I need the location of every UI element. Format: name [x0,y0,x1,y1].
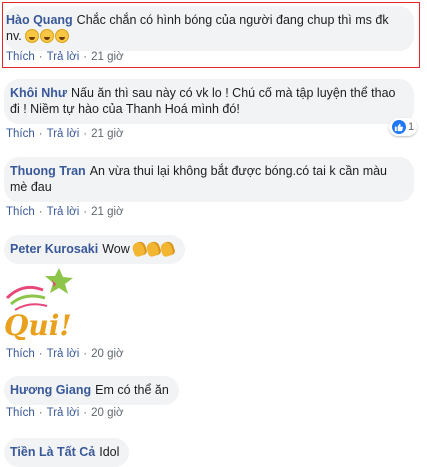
thumbs-up-icon [391,120,406,134]
comment-bubble: Hào Quang Chắc chắn có hình bóng của ngườ… [4,6,414,51]
comment-thuong-tran: Thuong Tran An vừa thui lại không bắt đượ… [4,157,414,202]
sticker-text: Qui! [4,309,72,340]
comment-time[interactable]: 21 giờ [91,128,123,140]
reply-link[interactable]: Trả lời [47,407,80,419]
clapping-hands-icon [145,240,163,258]
like-link[interactable]: Thích [6,407,35,419]
comment-text: Em có thể ăn [95,383,169,397]
reply-link[interactable]: Trả lời [47,206,80,218]
comment-actions: Thích · Trả lời · 21 giờ [6,51,124,63]
reply-link[interactable]: Trả lời [47,348,80,360]
comment-author[interactable]: Hào Quang [6,13,73,27]
comment-author[interactable]: Tiền Là Tất Cả [10,445,95,459]
comment-actions: Thích · Trả lời · 20 giờ [6,348,124,360]
comment-tien-la-tat-ca: Tiền Là Tất Cả Idol [4,438,130,467]
comment-hao-quang: Hào Quang Chắc chắn có hình bóng của ngườ… [4,6,414,51]
laughing-face-icon [25,29,40,43]
comment-bubble: Khôi Như Nấu ăn thì sau này có vk lo ! Ch… [4,79,414,124]
comment-time[interactable]: 20 giờ [91,407,123,419]
comment-bubble: Peter Kurosaki Wow [4,235,186,264]
laughing-face-icon [40,29,55,43]
comment-actions: Thích · Trả lời · 21 giờ [6,128,124,140]
comment-bubble: Tiền Là Tất Cả Idol [4,438,130,467]
comment-time[interactable]: 20 giờ [91,348,123,360]
like-link[interactable]: Thích [6,348,35,360]
comment-bubble: Thuong Tran An vừa thui lại không bắt đượ… [4,157,414,202]
clapping-hands-icon [131,240,149,258]
reply-link[interactable]: Trả lời [47,51,80,63]
comment-peter-kurosaki: Peter Kurosaki Wow [4,235,186,264]
comment-khoi-nhu: Khôi Như Nấu ăn thì sau này có vk lo ! Ch… [4,79,414,124]
comment-bubble: Hương Giang Em có thể ăn [4,376,179,405]
like-link[interactable]: Thích [6,128,35,140]
reaction-count: 1 [407,121,415,133]
comment-author[interactable]: Thuong Tran [10,164,86,178]
comment-text: Wow [102,242,130,256]
comment-author[interactable]: Peter Kurosaki [10,242,98,256]
like-link[interactable]: Thích [6,51,35,63]
clapping-hands-icon [159,240,177,258]
comment-author[interactable]: Khôi Như [10,86,67,100]
reply-link[interactable]: Trả lời [47,128,80,140]
comment-time[interactable]: 21 giờ [91,51,123,63]
reaction-badge[interactable]: 1 [389,118,417,136]
like-link[interactable]: Thích [6,206,35,218]
laughing-face-icon [55,29,70,43]
comment-text: Idol [99,445,120,459]
comment-huong-giang: Hương Giang Em có thể ăn [4,376,179,405]
qui-sticker[interactable]: Qui! [3,266,75,342]
comment-actions: Thích · Trả lời · 20 giờ [6,407,124,419]
comment-text: Nấu ăn thì sau này có vk lo ! Chú cố mà … [10,86,396,116]
comment-author[interactable]: Hương Giang [10,383,91,397]
comment-time[interactable]: 21 giờ [91,206,123,218]
comment-actions: Thích · Trả lời · 21 giờ [6,206,124,218]
